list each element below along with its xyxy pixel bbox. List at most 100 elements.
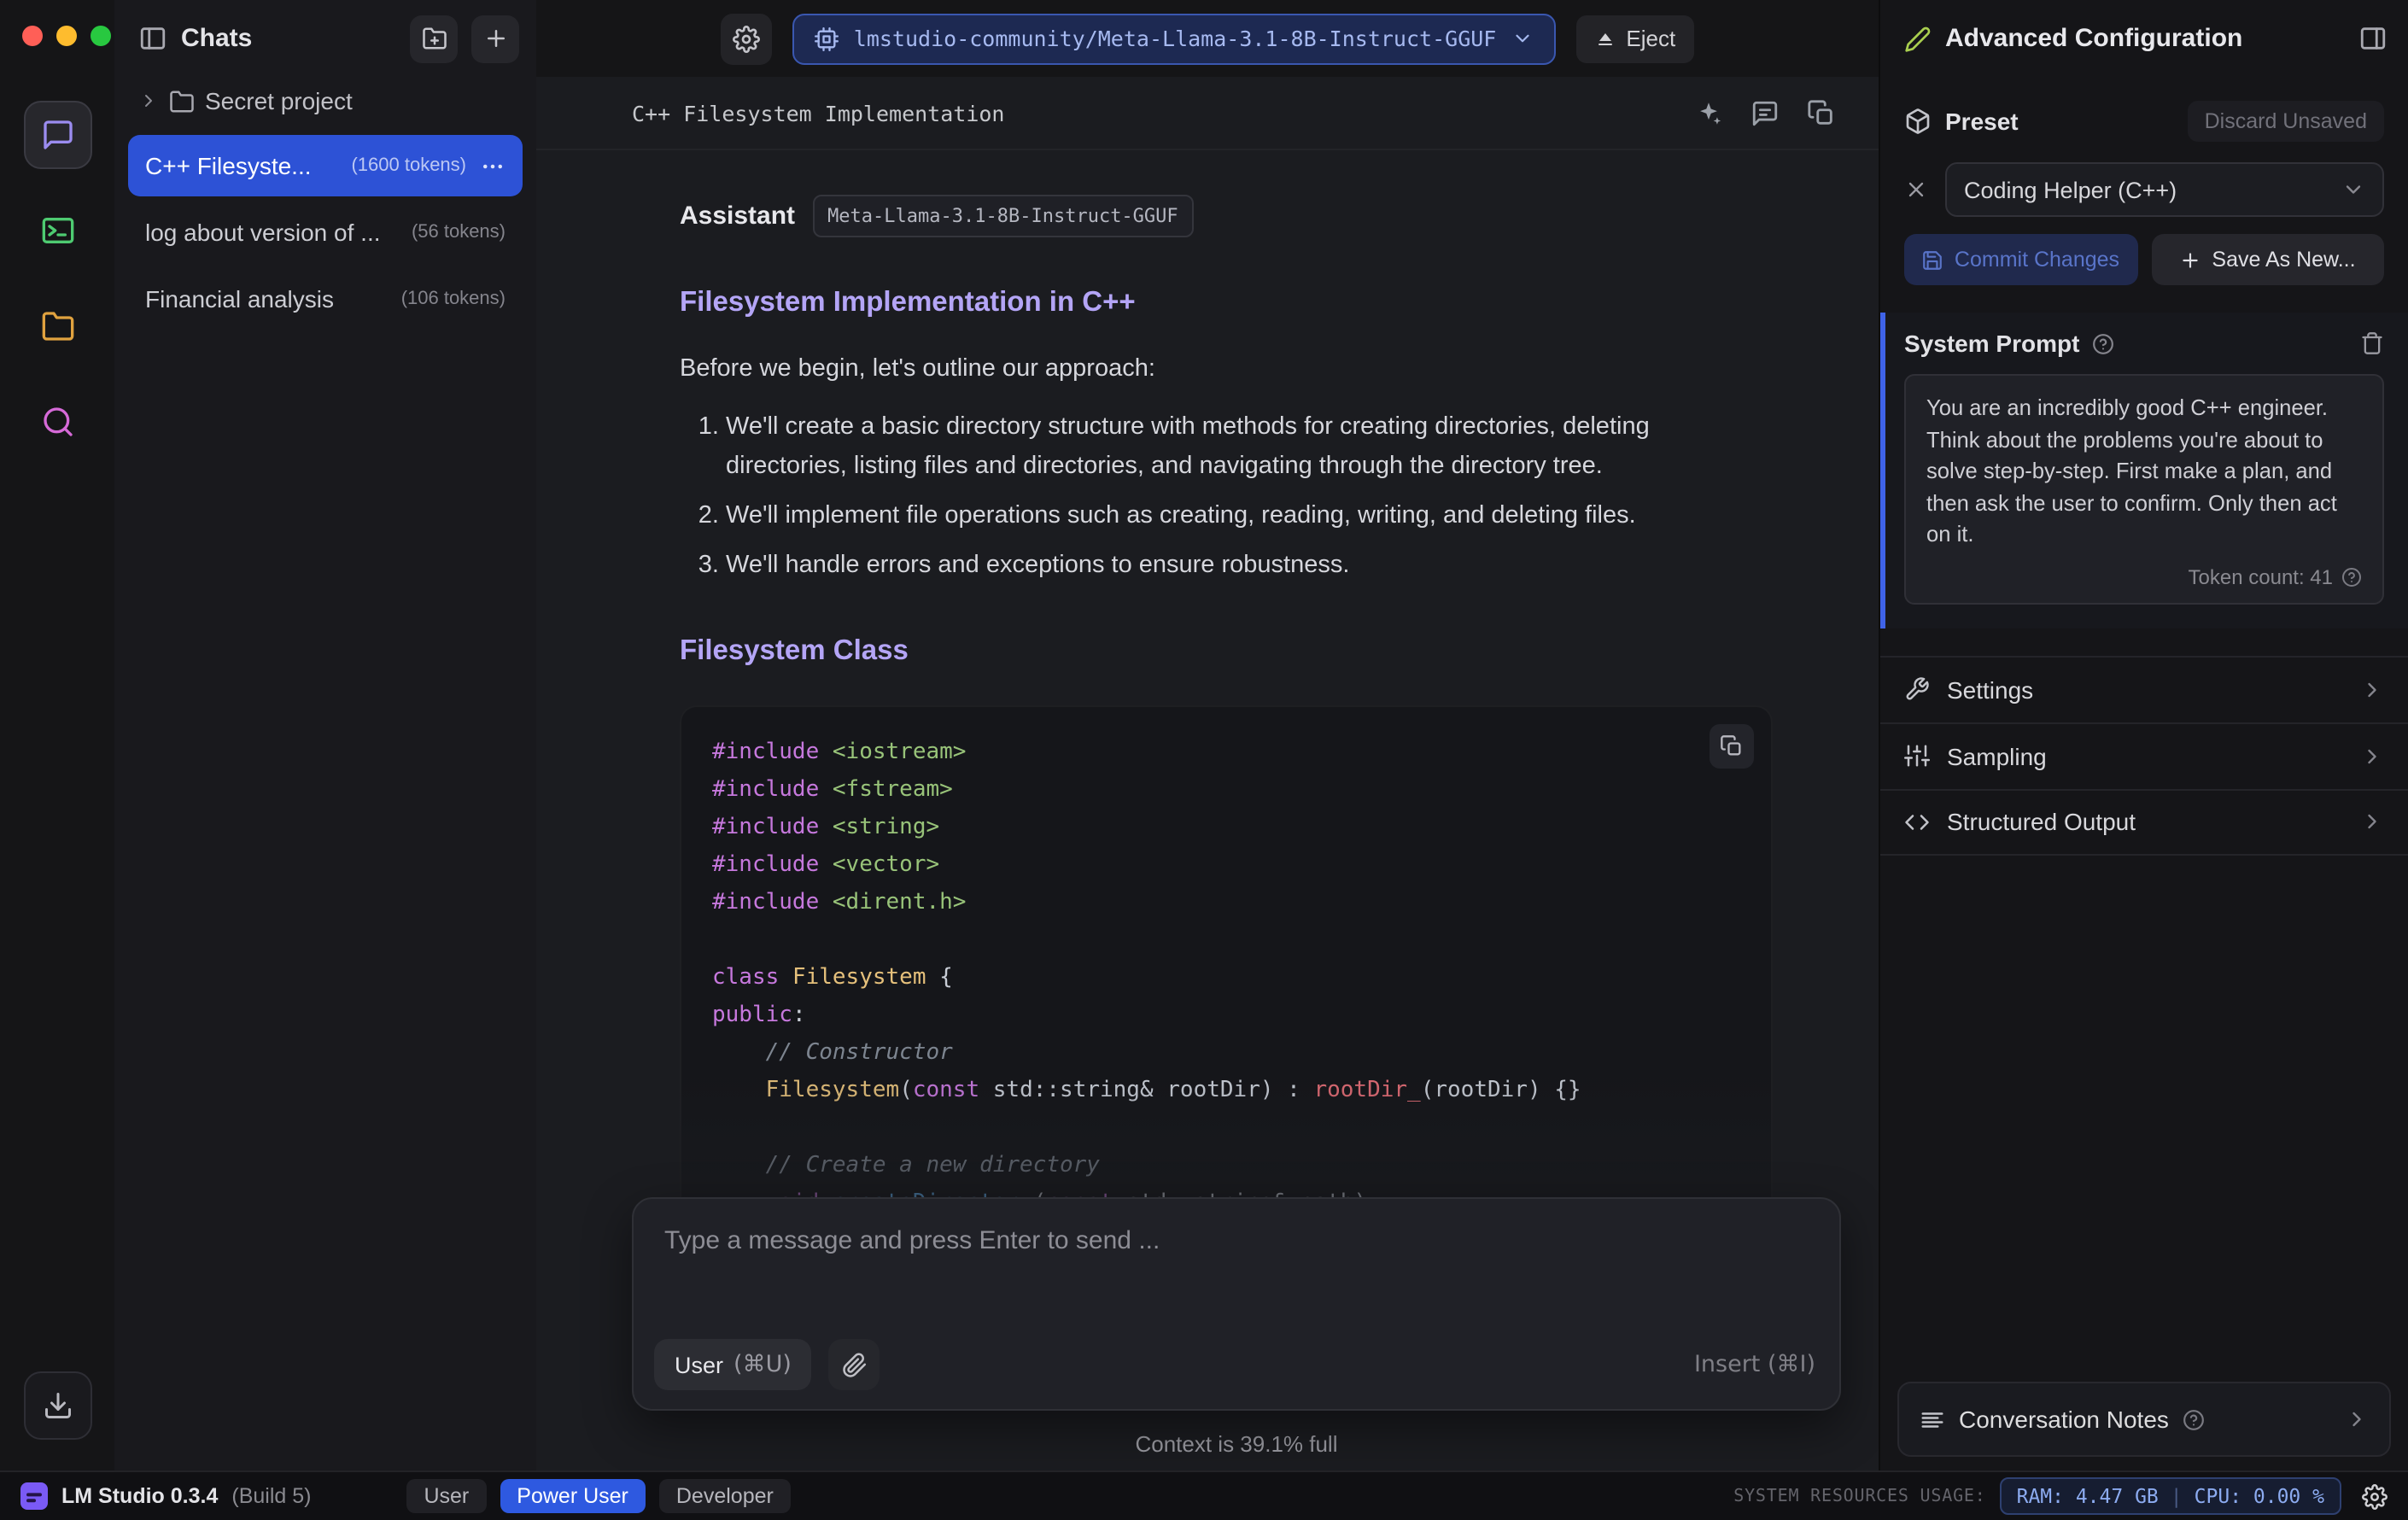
chat-list-item[interactable]: Financial analysis (106 tokens): [128, 268, 523, 330]
wrench-icon: [1904, 676, 1930, 702]
package-icon: [1904, 108, 1932, 135]
chat-list-item[interactable]: log about version of ... (56 tokens): [128, 202, 523, 263]
chat-notes-button[interactable]: [1750, 98, 1780, 127]
mode-developer[interactable]: Developer: [658, 1479, 791, 1513]
folder-icon: [169, 88, 195, 114]
nav-chat-button[interactable]: [23, 101, 91, 169]
mode-user[interactable]: User: [406, 1479, 487, 1513]
sidebar-title: Chats: [181, 24, 253, 53]
conversation-notes-button[interactable]: Conversation Notes: [1897, 1382, 2391, 1457]
config-sections: Settings Sampling Structured Output: [1880, 655, 2408, 856]
conversation-notes-label: Conversation Notes: [1959, 1406, 2169, 1433]
help-icon[interactable]: [2091, 332, 2113, 354]
copy-icon: [1720, 734, 1744, 757]
settings-button[interactable]: [2362, 1483, 2388, 1509]
plus-icon: [2179, 248, 2201, 271]
window-controls: [0, 0, 114, 77]
chevron-down-icon: [1511, 27, 1534, 50]
notes-icon: [1920, 1406, 1945, 1432]
chat-title: C++ Filesyste...: [145, 152, 312, 179]
discard-unsaved-button[interactable]: Discard Unsaved: [2187, 101, 2384, 142]
section-settings[interactable]: Settings: [1880, 655, 2408, 722]
preset-dropdown[interactable]: Coding Helper (C++): [1945, 162, 2384, 217]
chat-token-count: (56 tokens): [411, 222, 506, 243]
commit-changes-button[interactable]: Commit Changes: [1904, 234, 2137, 285]
downloads-button[interactable]: [23, 1371, 91, 1440]
role-label: User: [675, 1352, 724, 1377]
nav-my-models-button[interactable]: [23, 292, 91, 360]
preset-selected-value: Coding Helper (C++): [1964, 177, 2177, 202]
attach-file-button[interactable]: [828, 1339, 880, 1390]
model-selector[interactable]: lmstudio-community/Meta-Llama-3.1-8B-Ins…: [792, 13, 1557, 64]
clear-preset-button[interactable]: [1904, 178, 1928, 202]
section-label: Settings: [1947, 675, 2034, 704]
gear-icon: [2362, 1483, 2388, 1509]
message-paragraph: Before we begin, let's outline our appro…: [680, 354, 1155, 383]
code-block: #include <iostream> #include <fstream> #in…: [680, 704, 1773, 1252]
app-window: Chats Secret project C++ Filesyste... (1…: [0, 0, 2408, 1520]
chat-notes-icon: [1750, 98, 1780, 127]
duplicate-icon: [1807, 98, 1836, 127]
model-toolbar: lmstudio-community/Meta-Llama-3.1-8B-Ins…: [536, 0, 1879, 77]
model-settings-button[interactable]: [720, 13, 772, 64]
new-chat-button[interactable]: [471, 15, 519, 62]
zoom-window-button[interactable]: [91, 26, 111, 46]
cpu-usage: CPU: 0.00 %: [2194, 1484, 2324, 1508]
minimize-window-button[interactable]: [56, 26, 77, 46]
folder-secret-project[interactable]: Secret project: [114, 77, 536, 125]
pencil-icon: [1904, 25, 1932, 52]
chat-token-count: (1600 tokens): [351, 155, 466, 176]
nav-developer-button[interactable]: [23, 196, 91, 265]
chat-list: C++ Filesyste... (1600 tokens) log about…: [114, 125, 536, 330]
sliders-icon: [1904, 743, 1930, 769]
plus-icon: [482, 26, 508, 51]
structured-output-icon: [1904, 809, 1930, 834]
message-list-item: We'll create a basic directory structure…: [726, 408, 1773, 485]
message-input-box: User (⌘U) Insert (⌘I): [632, 1197, 1841, 1411]
message-input[interactable]: [634, 1199, 1839, 1318]
copy-code-button[interactable]: [1710, 723, 1754, 769]
mode-power-user[interactable]: Power User: [500, 1479, 646, 1513]
system-prompt-editor[interactable]: You are an incredibly good C++ engineer.…: [1904, 374, 2384, 605]
collapse-panel-button[interactable]: [2358, 24, 2388, 53]
close-window-button[interactable]: [22, 26, 43, 46]
message-heading-1: Filesystem Implementation in C++: [680, 287, 1136, 319]
chat-header: C++ Filesystem Implementation: [536, 77, 1879, 150]
chat-title-heading: C++ Filesystem Implementation: [632, 100, 1005, 126]
main-area: Chats Secret project C++ Filesyste... (1…: [0, 0, 2408, 1470]
new-folder-button[interactable]: [410, 15, 458, 62]
nav-discover-button[interactable]: [23, 388, 91, 456]
message-list: We'll create a basic directory structure…: [680, 408, 1773, 586]
panel-left-icon: [138, 24, 167, 53]
clear-system-prompt-button[interactable]: [2360, 331, 2384, 355]
help-icon[interactable]: [2341, 566, 2362, 587]
message-list-item: We'll handle errors and exceptions to en…: [726, 547, 1773, 586]
save-as-new-button[interactable]: Save As New...: [2151, 234, 2384, 285]
save-as-new-label: Save As New...: [2212, 248, 2356, 272]
search-icon: [40, 405, 74, 439]
more-icon[interactable]: [480, 153, 506, 178]
chat-list-item-selected[interactable]: C++ Filesyste... (1600 tokens): [128, 135, 523, 196]
section-sampling[interactable]: Sampling: [1880, 722, 2408, 788]
lmstudio-logo: [20, 1482, 48, 1510]
eject-label: Eject: [1626, 26, 1676, 51]
duplicate-chat-button[interactable]: [1807, 98, 1836, 127]
role-shortcut: (⌘U): [734, 1351, 792, 1378]
model-badge: Meta-Llama-3.1-8B-Instruct-GGUF: [812, 195, 1194, 238]
chats-sidebar: Chats Secret project C++ Filesyste... (1…: [114, 0, 536, 1470]
config-panel-header: Advanced Configuration: [1880, 0, 2408, 77]
system-prompt-text: You are an incredibly good C++ engineer.…: [1926, 395, 2337, 547]
eject-model-button[interactable]: Eject: [1576, 15, 1695, 62]
status-bar: LM Studio 0.3.4 (Build 5) User Power Use…: [0, 1470, 2408, 1520]
app-build: (Build 5): [231, 1484, 312, 1508]
paperclip-icon: [842, 1352, 868, 1377]
chat-title: log about version of ...: [145, 219, 381, 246]
chevron-right-icon: [2345, 1407, 2369, 1431]
folder-plus-icon: [421, 26, 447, 51]
section-structured-output[interactable]: Structured Output: [1880, 788, 2408, 856]
token-count-label: Token count: 41: [2188, 564, 2333, 589]
chevron-right-icon: [2360, 810, 2384, 833]
role-toggle-button[interactable]: User (⌘U): [654, 1339, 812, 1390]
assistant-message: Assistant Meta-Llama-3.1-8B-Instruct-GGU…: [680, 195, 1773, 1252]
wand-button[interactable]: [1694, 98, 1723, 127]
